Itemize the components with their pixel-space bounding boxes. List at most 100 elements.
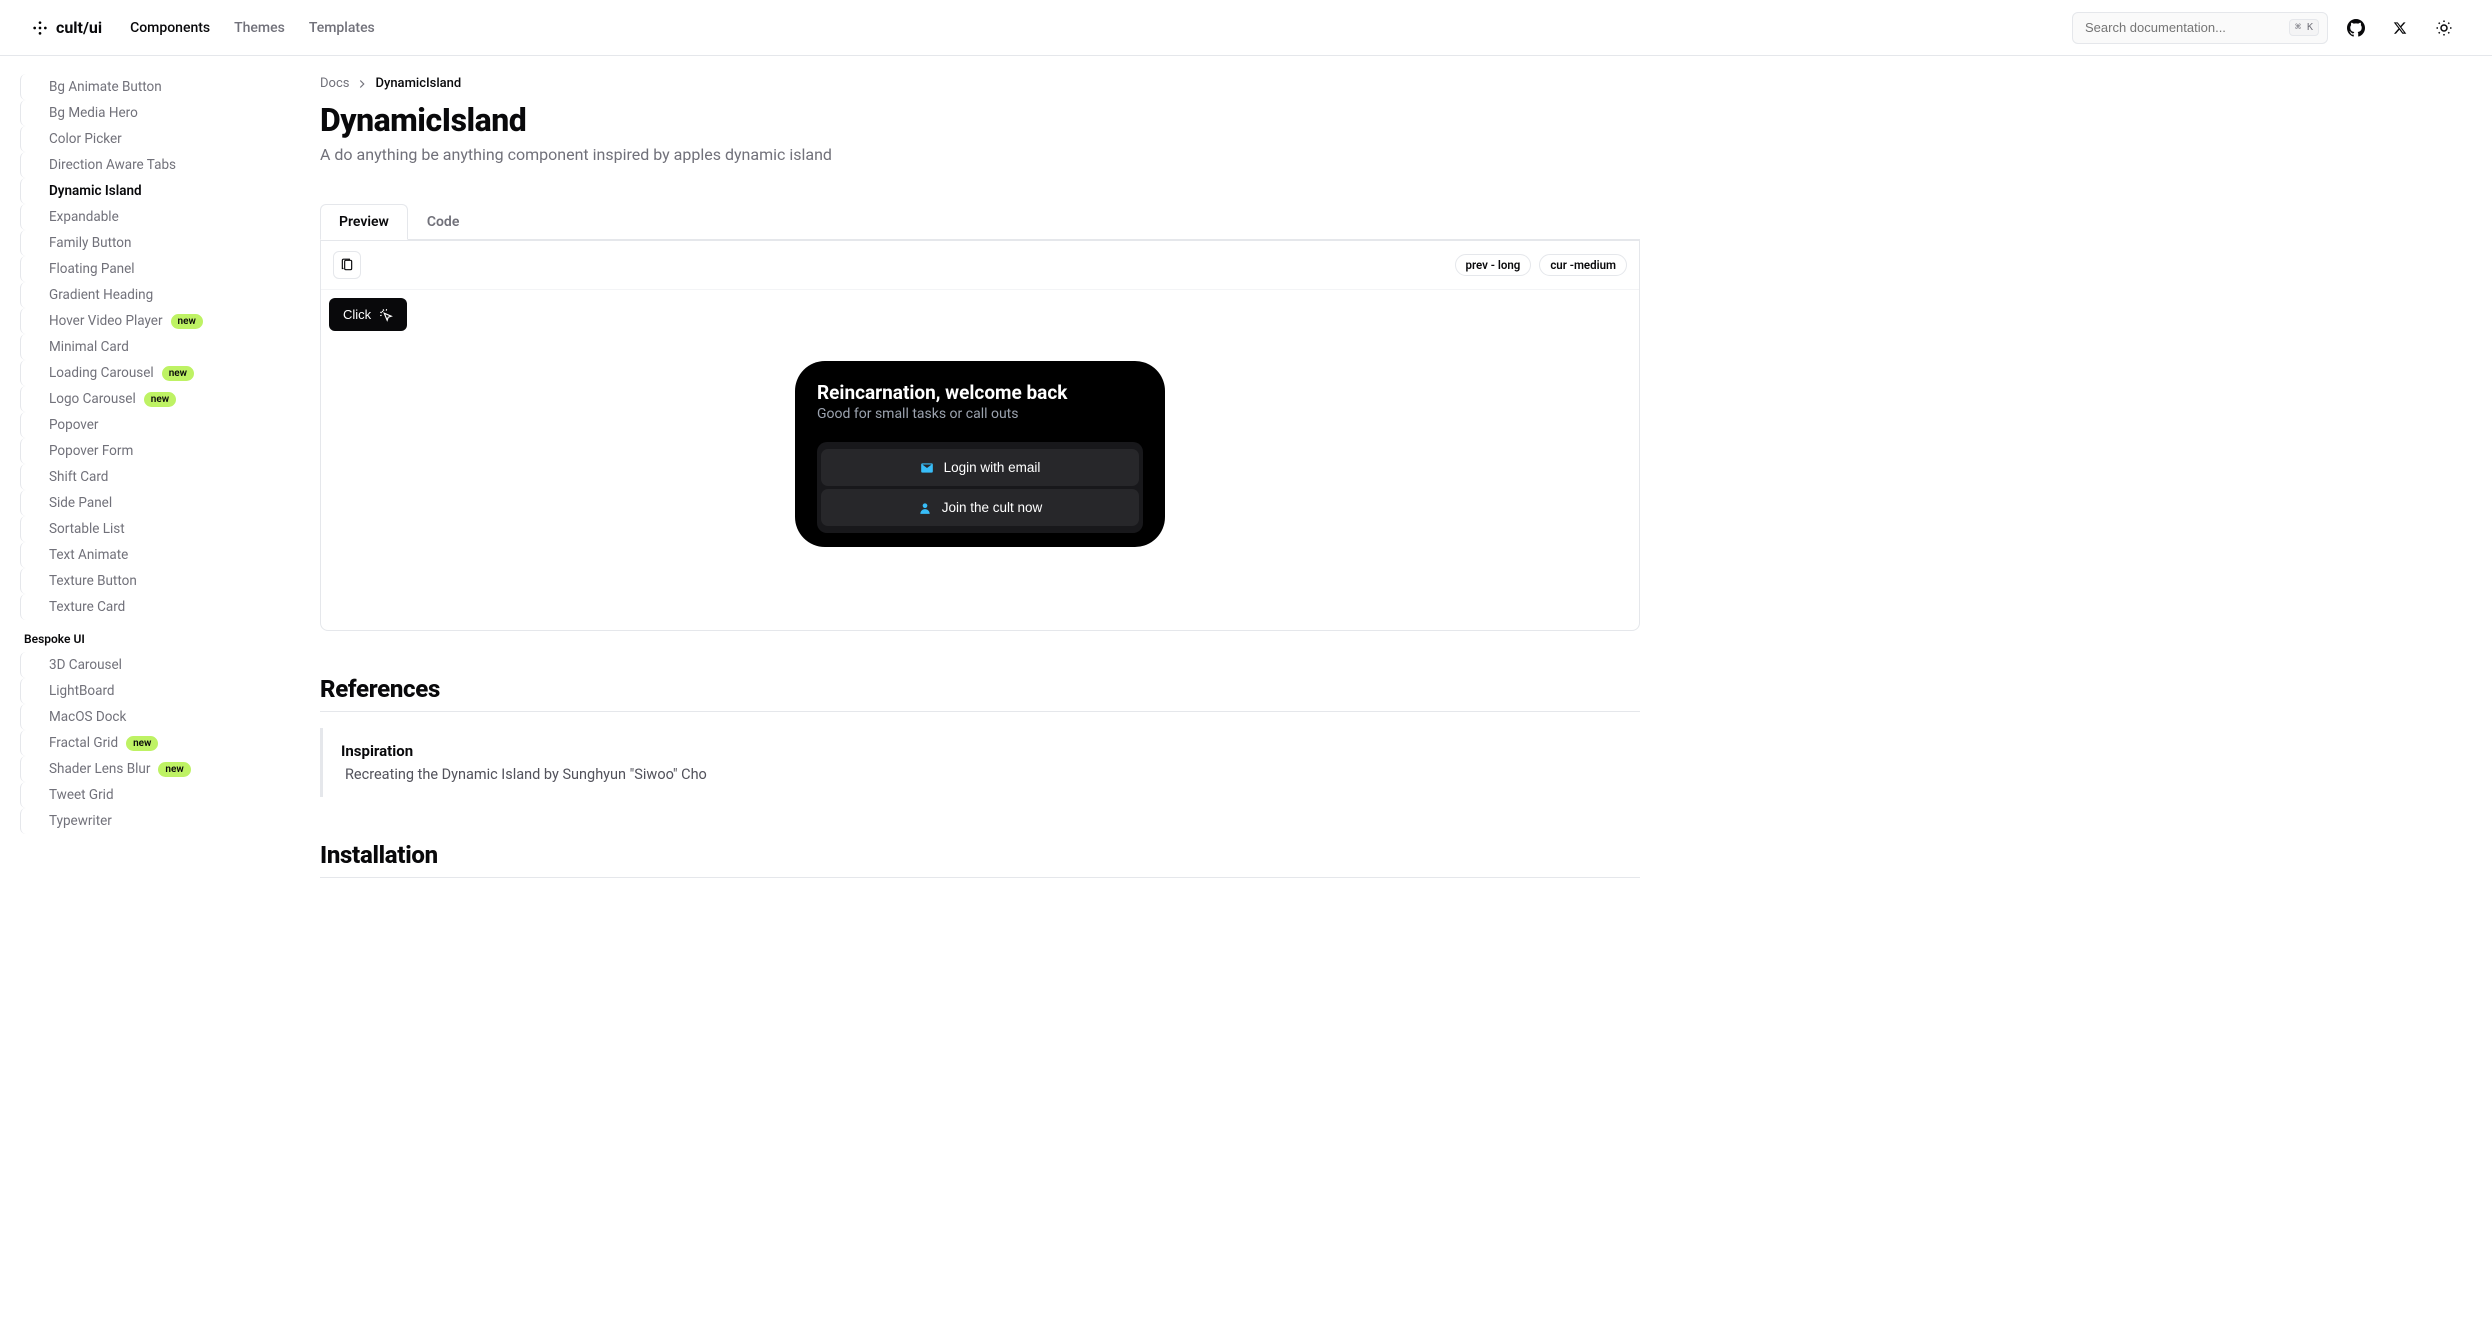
user-icon (918, 501, 932, 515)
search-input[interactable] (2081, 20, 2289, 35)
sidebar-item-expandable[interactable]: Expandable (20, 204, 264, 230)
theme-toggle[interactable] (2428, 12, 2460, 44)
sidebar-item-label: Floating Panel (49, 261, 135, 277)
sidebar-item-tweet-grid[interactable]: Tweet Grid (20, 782, 264, 808)
clipboard-icon (340, 258, 354, 272)
sidebar-item-macos-dock[interactable]: MacOS Dock (20, 704, 264, 730)
preview-header: prev - long cur -medium (321, 241, 1639, 290)
sidebar-item-shift-card[interactable]: Shift Card (20, 464, 264, 490)
sidebar-item-minimal-card[interactable]: Minimal Card (20, 334, 264, 360)
page-title: DynamicIsland (320, 101, 1640, 139)
sidebar-item-label: Typewriter (49, 813, 112, 829)
join-cult-label: Join the cult now (942, 500, 1043, 515)
island-subtitle: Good for small tasks or call outs (817, 406, 1143, 422)
sidebar-item-label: Texture Card (49, 599, 125, 615)
sidebar-item-fractal-grid[interactable]: Fractal Grid new (20, 730, 264, 756)
sidebar-item-label: Dynamic Island (49, 183, 142, 199)
sidebar-item-text-animate[interactable]: Text Animate (20, 542, 264, 568)
sidebar-item-color-picker[interactable]: Color Picker (20, 126, 264, 152)
breadcrumb-root[interactable]: Docs (320, 76, 349, 91)
new-badge: new (171, 314, 203, 329)
main-nav: Components Themes Templates (130, 20, 375, 36)
sidebar-item-popover-form[interactable]: Popover Form (20, 438, 264, 464)
login-email-label: Login with email (944, 460, 1041, 475)
github-link[interactable] (2340, 12, 2372, 44)
sidebar-item-label: 3D Carousel (49, 657, 122, 673)
sidebar-item-label: Sortable List (49, 521, 125, 537)
breadcrumb-current: DynamicIsland (375, 76, 461, 91)
new-badge: new (126, 736, 158, 751)
tabs: PreviewCode (320, 204, 1640, 240)
search-box[interactable]: ⌘ K (2072, 12, 2328, 44)
sidebar-item-lightboard[interactable]: LightBoard (20, 678, 264, 704)
sidebar-item-logo-carousel[interactable]: Logo Carousel new (20, 386, 264, 412)
sidebar-item-label: Family Button (49, 235, 131, 251)
tab-code[interactable]: Code (408, 204, 479, 239)
sidebar-item-loading-carousel[interactable]: Loading Carouselnew (20, 360, 264, 386)
sidebar-item-label: Bg Media Hero (49, 105, 138, 121)
tab-preview[interactable]: Preview (320, 204, 408, 240)
nav-link-templates[interactable]: Templates (309, 20, 375, 36)
state-prev-badge: prev - long (1455, 254, 1532, 276)
sidebar-item-family-button[interactable]: Family Button (20, 230, 264, 256)
new-badge: new (158, 762, 190, 777)
reference-card: Inspiration Recreating the Dynamic Islan… (320, 728, 1640, 797)
state-badges: prev - long cur -medium (1455, 254, 1627, 276)
sidebar-item-label: Gradient Heading (49, 287, 153, 303)
click-button[interactable]: Click (329, 298, 407, 331)
sidebar-item-shader-lens-blur[interactable]: Shader Lens Blurnew (20, 756, 264, 782)
sidebar-item-texture-card[interactable]: Texture Card (20, 594, 264, 620)
sidebar-item-label: Popover (49, 417, 99, 433)
sidebar-item-floating-panel[interactable]: Floating Panel (20, 256, 264, 282)
logo-icon (32, 20, 48, 36)
preview-panel: prev - long cur -medium Click Reincarnat… (320, 240, 1640, 631)
sidebar-item-gradient-heading[interactable]: Gradient Heading (20, 282, 264, 308)
sidebar-item-bg-media-hero[interactable]: Bg Media Hero (20, 100, 264, 126)
island-button-group: Login with email Join the cult now (817, 442, 1143, 533)
new-badge: new (144, 392, 176, 407)
sidebar-heading-bespoke: Bespoke UI (16, 620, 264, 652)
sidebar-item-sortable-list[interactable]: Sortable List (20, 516, 264, 542)
sidebar-item-label: LightBoard (49, 683, 115, 699)
copy-button[interactable] (333, 251, 361, 279)
sidebar-item-label: Popover Form (49, 443, 133, 459)
sidebar-item-texture-button[interactable]: Texture Button (20, 568, 264, 594)
twitter-link[interactable] (2384, 12, 2416, 44)
header-left: cult/ui Components Themes Templates (32, 18, 375, 37)
sidebar-item-side-panel[interactable]: Side Panel (20, 490, 264, 516)
sun-icon (2435, 19, 2453, 37)
sidebar-item-label: Expandable (49, 209, 119, 225)
mail-icon (920, 461, 934, 475)
reference-description: Recreating the Dynamic Island by Sunghyu… (341, 766, 1622, 783)
sidebar-item-popover[interactable]: Popover (20, 412, 264, 438)
sidebar-item-typewriter[interactable]: Typewriter (20, 808, 264, 834)
sidebar-item-3d-carousel[interactable]: 3D Carousel (20, 652, 264, 678)
reference-title: Inspiration (341, 742, 1622, 760)
sidebar-item-label: Fractal Grid (49, 735, 118, 751)
header-right: ⌘ K (2072, 12, 2460, 44)
login-email-button[interactable]: Login with email (821, 449, 1139, 486)
brand-name: cult/ui (56, 18, 102, 37)
sidebar-item-label: Logo Carousel (49, 391, 136, 407)
nav-link-themes[interactable]: Themes (234, 20, 285, 36)
breadcrumb: Docs DynamicIsland (320, 76, 1640, 91)
logo[interactable]: cult/ui (32, 18, 102, 37)
pointer-click-icon (379, 308, 393, 322)
x-icon (2393, 21, 2407, 35)
sidebar-item-dynamic-island[interactable]: Dynamic Island (20, 178, 264, 204)
nav-link-components[interactable]: Components (130, 20, 210, 36)
sidebar-item-label: Hover Video Player (49, 313, 163, 329)
sidebar-item-label: MacOS Dock (49, 709, 126, 725)
sidebar-item-label: Texture Button (49, 573, 137, 589)
island-container: Reincarnation, welcome back Good for sma… (329, 361, 1631, 547)
sidebar-item-label: Shift Card (49, 469, 108, 485)
sidebar-item-bg-animate-button[interactable]: Bg Animate Button (20, 74, 264, 100)
state-cur-badge: cur -medium (1539, 254, 1627, 276)
preview-body: Click Reincarnation, welcome back Good f… (321, 290, 1639, 630)
join-cult-button[interactable]: Join the cult now (821, 489, 1139, 526)
sidebar-item-hover-video-player[interactable]: Hover Video Player new (20, 308, 264, 334)
sidebar-item-direction-aware-tabs[interactable]: Direction Aware Tabs (20, 152, 264, 178)
container: Bg Animate Button Bg Media Hero Color Pick… (0, 56, 2492, 1321)
island-title: Reincarnation, welcome back (817, 381, 1143, 404)
sidebar-item-label: Tweet Grid (49, 787, 114, 803)
